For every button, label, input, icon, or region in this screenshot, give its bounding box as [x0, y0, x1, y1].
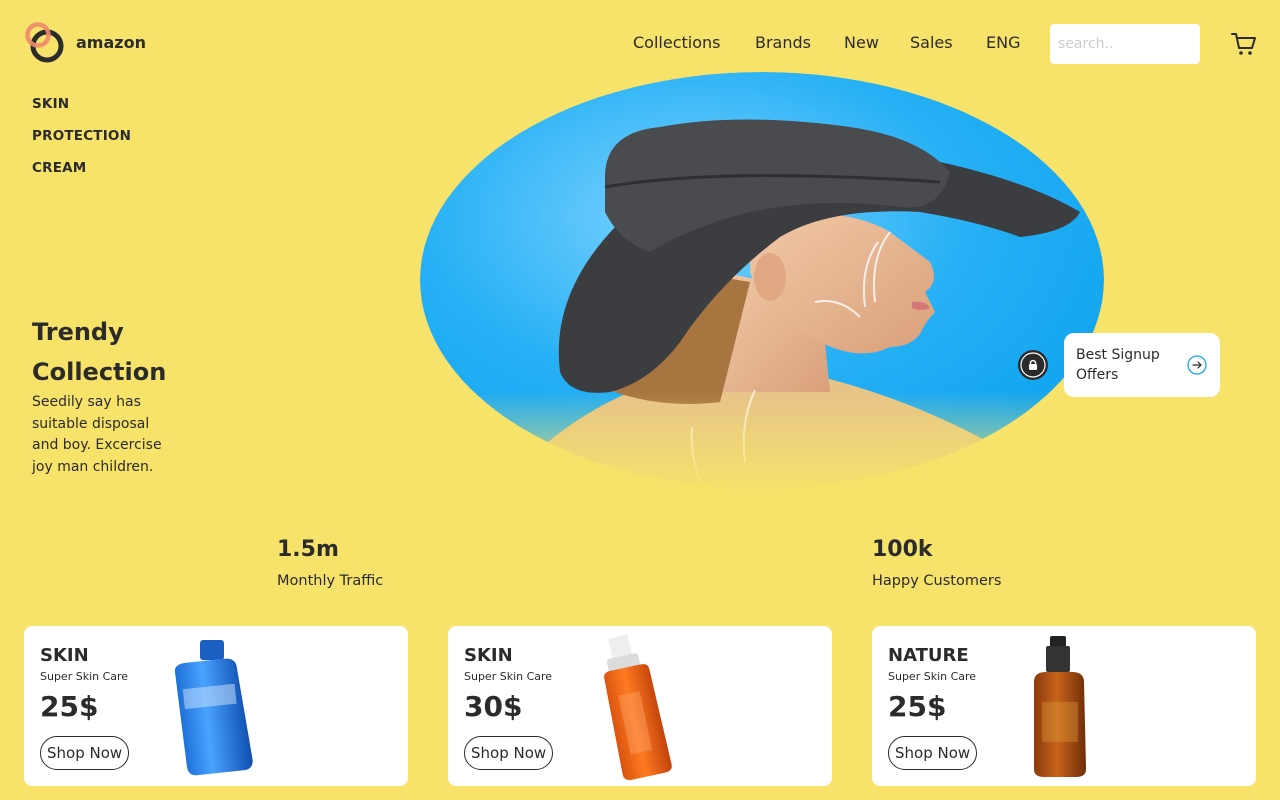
card-category: NATURE	[888, 645, 969, 666]
side-menu-protection[interactable]: PROTECTION	[32, 128, 131, 144]
brand-logo-icon[interactable]	[24, 22, 72, 66]
card-price: 25$	[40, 690, 99, 723]
arrow-right-circle-icon	[1187, 355, 1207, 375]
nav-sales[interactable]: Sales	[910, 33, 953, 52]
hero-title: Trendy Collection	[32, 312, 212, 392]
product-card: SKIN Super Skin Care 25$ Shop Now	[24, 626, 408, 786]
product-card: NATURE Super Skin Care 25$ Shop Now	[872, 626, 1256, 786]
blue-bottle-product-image	[174, 640, 253, 776]
shop-now-button[interactable]: Shop Now	[888, 736, 978, 770]
orange-bottle-product-image	[604, 634, 672, 781]
stat-traffic-value: 1.5m	[277, 537, 339, 562]
cart-icon[interactable]	[1230, 30, 1258, 58]
nav-language[interactable]: ENG	[986, 33, 1020, 52]
shop-now-button[interactable]: Shop Now	[40, 736, 130, 770]
brand-name[interactable]: amazon	[76, 33, 146, 52]
lock-icon[interactable]	[1018, 350, 1048, 380]
side-menu-skin[interactable]: SKIN	[32, 96, 69, 112]
stat-customers-value: 100k	[872, 537, 933, 562]
card-price: 30$	[464, 690, 523, 723]
product-card: SKIN Super Skin Care 30$ Shop Now	[448, 626, 832, 786]
hero-title-line-2: Collection	[32, 358, 167, 386]
signup-offers-button[interactable]: Best Signup Offers	[1064, 333, 1220, 397]
card-price: 25$	[888, 690, 947, 723]
card-category: SKIN	[464, 645, 513, 666]
amber-spray-product-image	[1034, 636, 1086, 777]
stat-traffic-label: Monthly Traffic	[277, 573, 384, 589]
stat-customers-label: Happy Customers	[872, 573, 1002, 589]
card-subtitle: Super Skin Care	[40, 670, 129, 683]
card-subtitle: Super Skin Care	[888, 670, 977, 683]
card-category: SKIN	[40, 645, 89, 666]
hero-model-image	[420, 72, 1110, 492]
hero-title-line-1: Trendy	[32, 318, 124, 346]
shop-now-button[interactable]: Shop Now	[464, 736, 554, 770]
card-subtitle: Super Skin Care	[464, 670, 553, 683]
search-input[interactable]	[1050, 24, 1200, 64]
nav-collections[interactable]: Collections	[633, 33, 720, 52]
side-menu-cream[interactable]: CREAM	[32, 160, 86, 176]
nav-brands[interactable]: Brands	[755, 33, 811, 52]
nav-new[interactable]: New	[844, 33, 879, 52]
hero-description: Seedily say has suitable disposal and bo…	[32, 394, 162, 475]
signup-label: Best Signup Offers	[1076, 347, 1160, 383]
